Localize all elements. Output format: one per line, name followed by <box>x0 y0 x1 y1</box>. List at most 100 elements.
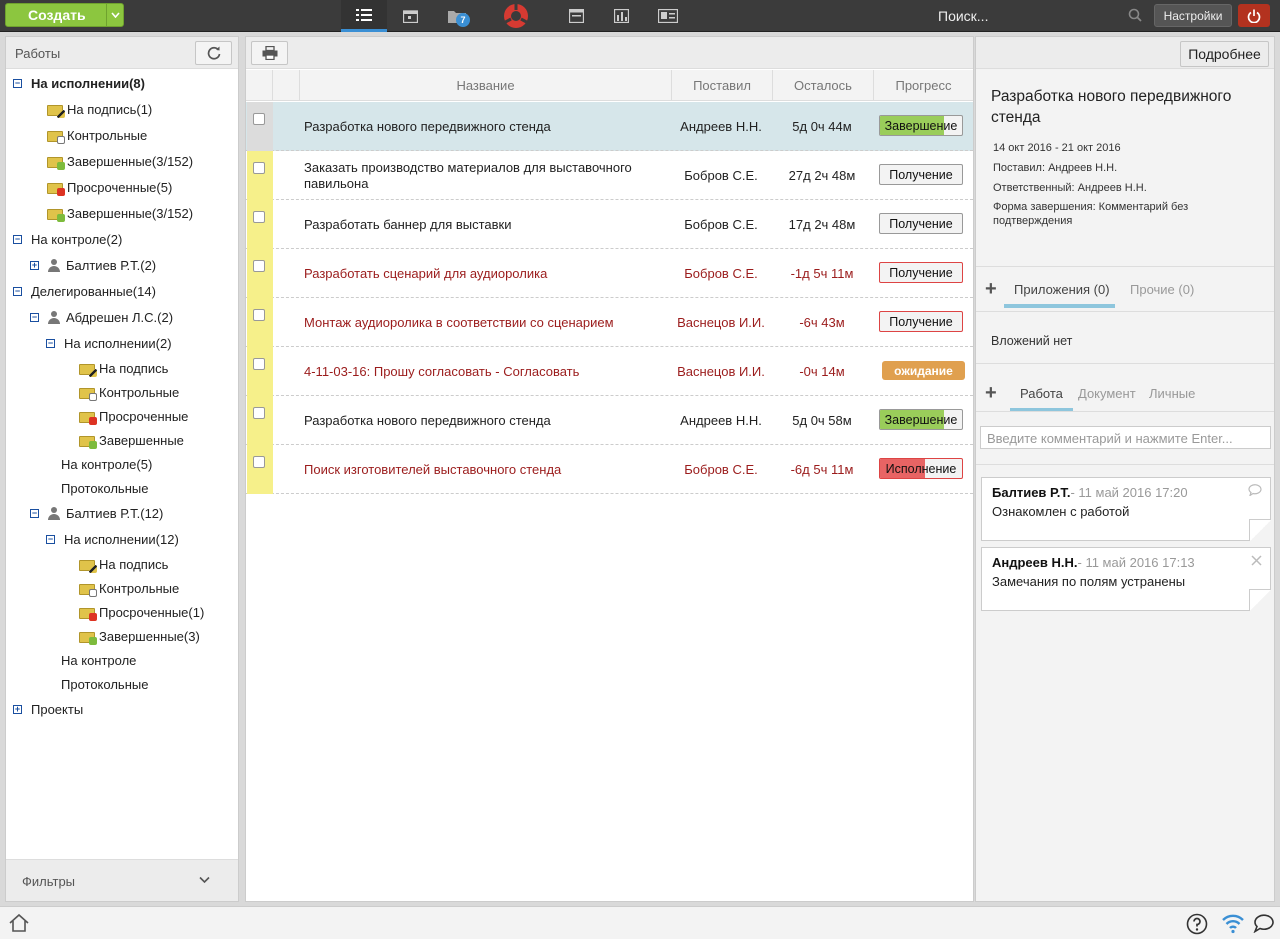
tab-personal[interactable]: Личные <box>1149 386 1195 401</box>
task-name[interactable]: Монтаж аудиоролика в соответствии со сце… <box>304 298 664 347</box>
collapse-icon[interactable]: − <box>13 234 22 244</box>
help-icon[interactable] <box>1186 913 1208 938</box>
tree-node-protocol[interactable]: Протокольные <box>61 478 148 498</box>
table-row[interactable]: Разработка нового передвижного стенда Ан… <box>246 102 973 151</box>
tree-node-signature-2[interactable]: На подпись <box>79 358 168 378</box>
tree-node-overdue-3[interactable]: Просроченные(1) <box>79 602 204 622</box>
contacts-icon[interactable] <box>645 0 691 32</box>
tree-node-control-2[interactable]: Контрольные <box>79 382 179 402</box>
collapse-icon[interactable]: − <box>46 338 55 348</box>
close-icon[interactable] <box>1251 554 1262 569</box>
table-row[interactable]: 4-11-03-16: Прошу согласовать - Согласов… <box>246 347 973 396</box>
row-checkbox[interactable] <box>253 260 265 272</box>
folder-icon[interactable]: 7 <box>434 0 480 32</box>
collapse-icon[interactable]: − <box>13 286 22 296</box>
help-ring-icon[interactable] <box>493 0 539 32</box>
task-name[interactable]: Разработка нового передвижного стенда <box>304 102 664 151</box>
tree-node-in-progress-2[interactable]: − На исполнении(2) <box>46 333 172 353</box>
header-name[interactable]: Название <box>299 70 671 101</box>
task-name[interactable]: Поиск изготовителей выставочного стенда <box>304 445 664 494</box>
tree-node-in-progress-3[interactable]: − На исполнении(12) <box>46 529 179 549</box>
tree-node-on-control-2[interactable]: На контроле(5) <box>61 454 152 474</box>
wifi-icon[interactable] <box>1221 912 1245 937</box>
tree-node-control[interactable]: Контрольные <box>47 125 147 145</box>
task-name[interactable]: Разработка нового передвижного стенда <box>304 396 664 445</box>
power-icon[interactable] <box>1238 4 1270 27</box>
table-row[interactable]: Разработка нового передвижного стенда Ан… <box>246 396 973 445</box>
collapse-icon[interactable]: − <box>30 312 39 322</box>
person-icon <box>48 310 60 324</box>
tree-node-delegated[interactable]: − Делегированные(14) <box>13 281 156 301</box>
tree-node-completed-2[interactable]: Завершенные(3/152) <box>47 203 193 223</box>
row-checkbox[interactable] <box>253 456 265 468</box>
row-checkbox[interactable] <box>253 309 265 321</box>
row-checkbox[interactable] <box>253 113 265 125</box>
row-checkbox[interactable] <box>253 407 265 419</box>
table-row[interactable]: Монтаж аудиоролика в соответствии со сце… <box>246 298 973 347</box>
tree-node-overdue[interactable]: Просроченные(5) <box>47 177 172 197</box>
tab-work[interactable]: Работа <box>1010 386 1073 412</box>
filters-bar[interactable]: Фильтры <box>6 859 238 901</box>
tab-document[interactable]: Документ <box>1078 386 1136 401</box>
row-checkbox[interactable] <box>253 211 265 223</box>
search-input[interactable]: Поиск... <box>938 8 988 24</box>
list-icon[interactable] <box>341 0 387 32</box>
overdue-folder-icon <box>47 181 65 196</box>
create-button[interactable]: Создать <box>5 3 124 27</box>
home-icon[interactable] <box>8 913 30 936</box>
collapse-icon[interactable]: − <box>46 534 55 544</box>
row-checkbox[interactable] <box>253 162 265 174</box>
tree-node-completed-3[interactable]: Завершенные <box>79 430 184 450</box>
add-attachment-icon[interactable]: + <box>985 278 997 301</box>
header-progress[interactable]: Прогресс <box>873 70 973 101</box>
tree-node-abdreshen[interactable]: − Абдрешен Л.С.(2) <box>30 307 173 327</box>
control-folder-icon <box>47 129 65 144</box>
tree-node-baltiev-2[interactable]: − Балтиев Р.Т.(12) <box>30 503 163 523</box>
calendar-icon[interactable] <box>387 0 433 32</box>
settings-button[interactable]: Настройки <box>1154 4 1232 27</box>
search-icon[interactable] <box>1128 8 1142 25</box>
document-icon[interactable] <box>553 0 599 32</box>
tree-node-overdue-2[interactable]: Просроченные <box>79 406 188 426</box>
collapse-icon[interactable]: − <box>30 508 39 518</box>
task-name[interactable]: 4-11-03-16: Прошу согласовать - Согласов… <box>304 347 664 396</box>
progress-bar: Исполнение <box>879 458 963 479</box>
tab-attachments[interactable]: Приложения (0) <box>1004 282 1115 308</box>
tree-node-control-3[interactable]: Контрольные <box>79 578 179 598</box>
expand-icon[interactable]: + <box>13 704 22 714</box>
header-remaining[interactable]: Осталось <box>772 70 873 101</box>
chat-icon[interactable] <box>1253 913 1275 936</box>
tree-node-on-control[interactable]: − На контроле(2) <box>13 229 122 249</box>
task-name[interactable]: Заказать производство материалов для выс… <box>304 151 664 200</box>
task-name[interactable]: Разработать баннер для выставки <box>304 200 664 249</box>
signature-folder-icon <box>79 558 97 573</box>
task-name[interactable]: Разработать сценарий для аудиоролика <box>304 249 664 298</box>
table-row[interactable]: Поиск изготовителей выставочного стенда … <box>246 445 973 494</box>
add-comment-icon[interactable]: + <box>985 382 997 405</box>
chevron-down-icon[interactable] <box>106 4 123 26</box>
tree-node-on-control-3[interactable]: На контроле <box>61 650 136 670</box>
comment-input[interactable]: Введите комментарий и нажмите Enter... <box>980 426 1271 449</box>
table-row[interactable]: Разработать сценарий для аудиоролика Боб… <box>246 249 973 298</box>
reply-icon[interactable] <box>1248 484 1262 499</box>
header-assigned[interactable]: Поставил <box>671 70 772 101</box>
expand-icon[interactable]: + <box>30 260 39 270</box>
table-row[interactable]: Заказать производство материалов для выс… <box>246 151 973 200</box>
tree-node-completed[interactable]: Завершенные(3/152) <box>47 151 193 171</box>
tab-other[interactable]: Прочие (0) <box>1130 282 1194 297</box>
tree-node-protocol-2[interactable]: Протокольные <box>61 674 148 694</box>
more-button[interactable]: Подробнее <box>1180 41 1269 67</box>
row-checkbox[interactable] <box>253 358 265 370</box>
tree-node-in-progress[interactable]: − На исполнении(8) <box>13 73 145 93</box>
collapse-icon[interactable]: − <box>13 78 22 88</box>
tree-node-signature[interactable]: На подпись(1) <box>47 99 152 119</box>
refresh-button[interactable] <box>195 41 232 65</box>
chart-icon[interactable] <box>598 0 644 32</box>
table-row[interactable]: Разработать баннер для выставки Бобров С… <box>246 200 973 249</box>
print-button[interactable] <box>251 41 288 65</box>
tree-node-baltiev[interactable]: + Балтиев Р.Т.(2) <box>30 255 156 275</box>
tree-node-completed-4[interactable]: Завершенные(3) <box>79 626 200 646</box>
tree-node-projects[interactable]: + Проекты <box>13 699 83 719</box>
chevron-down-icon[interactable] <box>199 872 210 887</box>
tree-node-signature-3[interactable]: На подпись <box>79 554 168 574</box>
